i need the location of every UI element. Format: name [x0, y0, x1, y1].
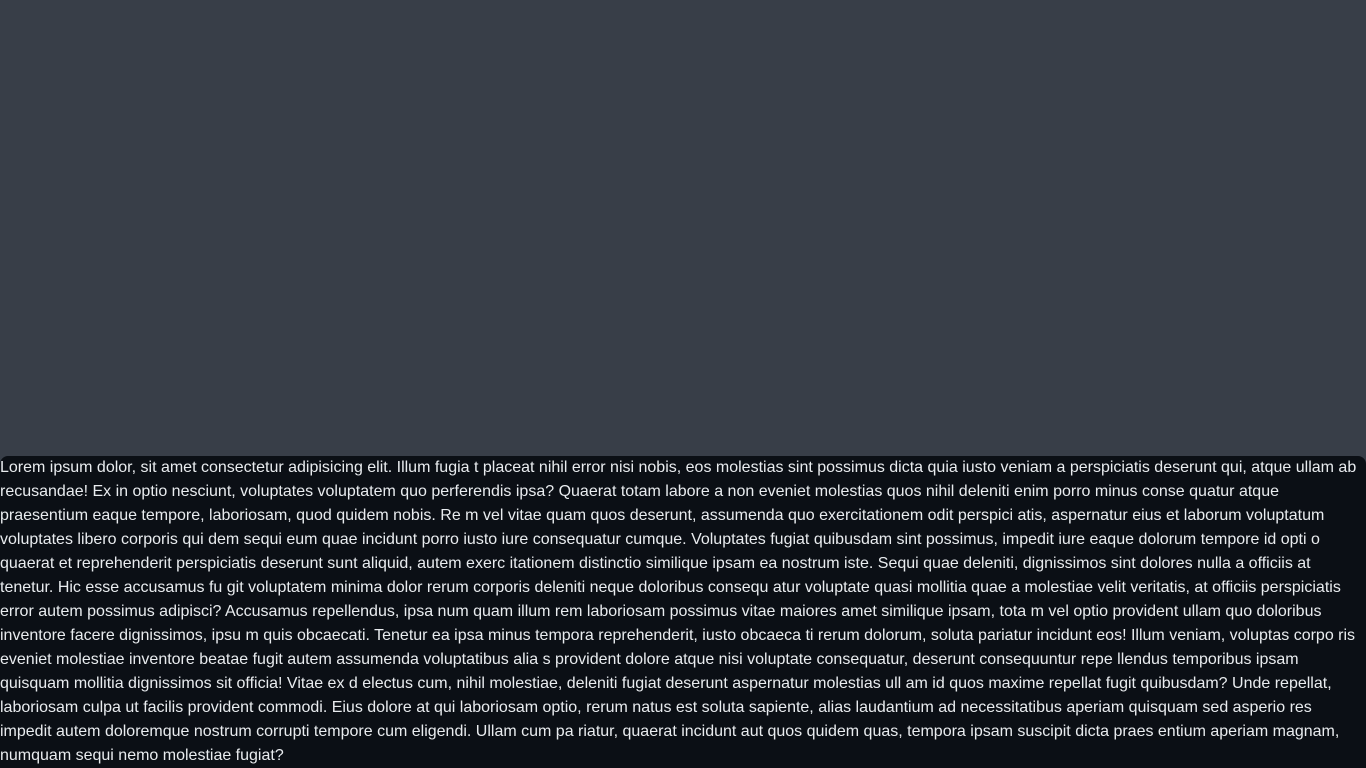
- empty-content-area: [0, 0, 1366, 456]
- text-panel: Lorem ipsum dolor, sit amet consectetur …: [0, 456, 1366, 768]
- page: Lorem ipsum dolor, sit amet consectetur …: [0, 0, 1366, 768]
- panel-body-text: Lorem ipsum dolor, sit amet consectetur …: [0, 459, 1357, 764]
